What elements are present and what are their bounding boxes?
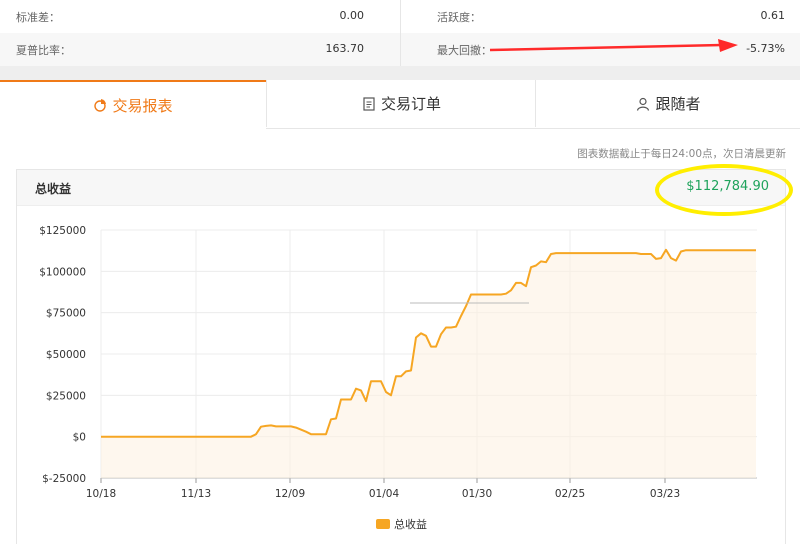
y-tick-label: $100000 xyxy=(39,266,86,278)
chart-legend[interactable]: 总收益 xyxy=(376,516,427,532)
series-area xyxy=(101,249,756,478)
x-tick-label: 10/18 xyxy=(86,488,116,500)
legend-label: 总收益 xyxy=(394,518,427,531)
y-tick-label: $125000 xyxy=(39,225,86,237)
y-tick-label: $-25000 xyxy=(42,473,86,485)
legend-swatch xyxy=(376,519,390,529)
x-tick-label: 01/30 xyxy=(462,488,492,500)
x-tick-label: 12/09 xyxy=(275,488,305,500)
x-tick-label: 03/23 xyxy=(650,488,680,500)
x-tick-label: 11/13 xyxy=(181,488,211,500)
x-tick-label: 02/25 xyxy=(555,488,585,500)
profit-chart: $125000 $100000 $75000 $50000 $25000 $0 $-2500… xyxy=(39,225,757,500)
y-tick-label: $75000 xyxy=(46,308,86,320)
y-tick-label: $25000 xyxy=(46,390,86,402)
y-tick-label: $0 xyxy=(73,432,86,444)
y-tick-label: $50000 xyxy=(46,349,86,361)
x-tick-label: 01/04 xyxy=(369,488,400,500)
